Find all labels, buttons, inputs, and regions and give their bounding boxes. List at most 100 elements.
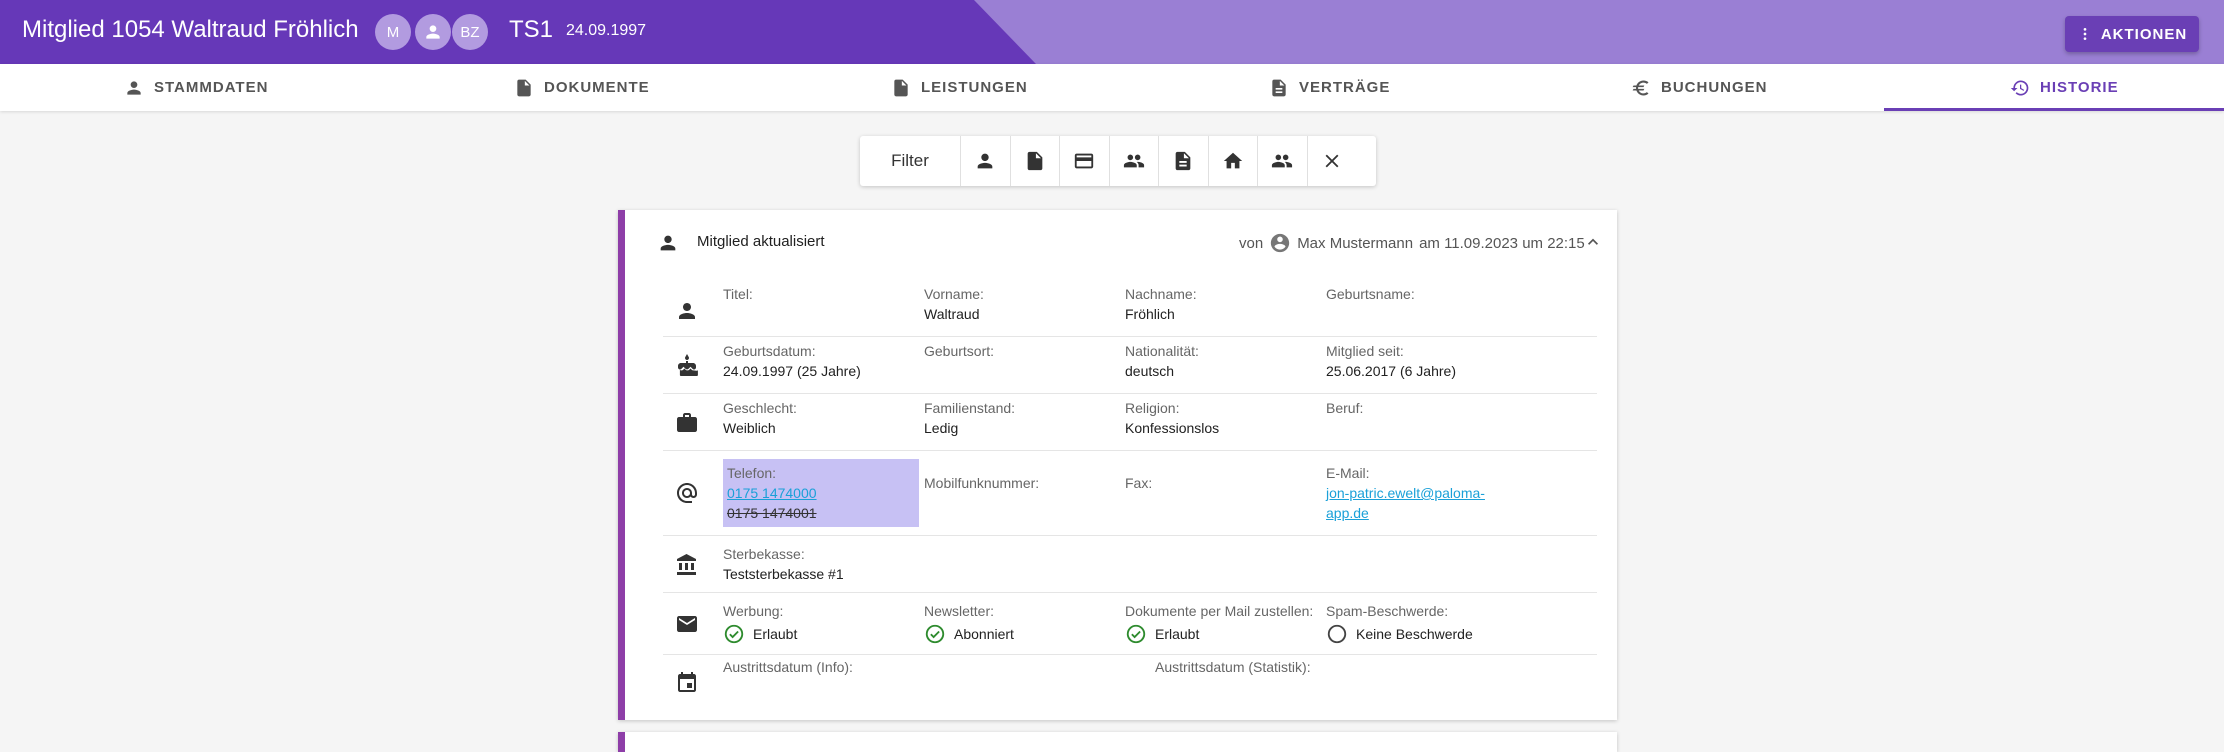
filter-document-button[interactable] xyxy=(1009,136,1060,186)
document-icon xyxy=(517,79,531,96)
account-circle-icon xyxy=(1271,233,1290,253)
field-werbung: Werbung: Erlaubt xyxy=(723,601,797,650)
document-icon xyxy=(1027,151,1043,171)
telefon-new-link[interactable]: 0175 1474000 xyxy=(727,483,915,503)
field-geburtsname: Geburtsname: xyxy=(1326,286,1415,302)
row-exit: Austrittsdatum (Info): Austrittsdatum (S… xyxy=(663,655,1597,715)
field-vorname: Vorname: Waltraud xyxy=(924,286,984,322)
person-icon xyxy=(426,25,440,39)
avatar-person[interactable] xyxy=(415,14,451,50)
row-birth: Geburtsdatum: 24.09.1997 (25 Jahre) Gebur… xyxy=(663,337,1597,394)
filter-group-button[interactable] xyxy=(1108,136,1159,186)
history-icon xyxy=(2010,79,2029,95)
contract-icon xyxy=(1175,151,1191,171)
avatar-bz[interactable]: BZ xyxy=(452,14,488,50)
credit-card-icon xyxy=(1075,153,1094,169)
row-consent: Werbung: Erlaubt Newsletter: Abonniert D… xyxy=(663,593,1597,655)
euro-icon xyxy=(1632,80,1649,95)
tab-leistungen[interactable]: LEISTUNGEN xyxy=(891,64,1028,111)
tab-label: VERTRÄGE xyxy=(1299,79,1391,96)
at-sign-icon xyxy=(677,483,697,503)
check-circle-icon xyxy=(925,624,945,644)
tab-stammdaten[interactable]: STAMMDATEN xyxy=(124,64,268,111)
telefon-old-value: 0175 1474001 xyxy=(727,505,817,521)
field-titel: Titel: xyxy=(723,286,753,302)
home-icon xyxy=(1223,152,1242,169)
chevron-up-icon[interactable] xyxy=(1583,232,1603,252)
tab-label: DOKUMENTE xyxy=(544,79,650,96)
tab-label: STAMMDATEN xyxy=(154,79,269,96)
row-sterbekasse: Sterbekasse: Teststerbekasse #1 xyxy=(663,536,1597,593)
tab-buchungen[interactable]: BUCHUNGEN xyxy=(1631,64,1768,111)
close-icon xyxy=(1325,154,1339,168)
field-familienstand: Familienstand: Ledig xyxy=(924,400,1016,436)
check-circle-icon xyxy=(1126,624,1146,644)
filter-payment-button[interactable] xyxy=(1059,136,1109,186)
field-fax: Fax: xyxy=(1125,475,1153,491)
cake-icon xyxy=(678,354,698,376)
filter-person-button[interactable] xyxy=(960,136,1010,186)
field-email: E-Mail: jon-patric.ewelt@paloma-app.de xyxy=(1326,465,1485,523)
filter-label: Filter xyxy=(891,151,929,170)
tab-bar: STAMMDATEN DOKUMENTE LEISTUNGEN VERTRÄGE… xyxy=(0,64,2224,111)
document-icon xyxy=(894,79,908,96)
field-religion: Religion: Konfessionslos xyxy=(1125,400,1220,436)
field-spam-beschwerde: Spam-Beschwerde: Keine Beschwerde xyxy=(1326,601,1473,650)
person-icon xyxy=(679,303,695,319)
contract-icon xyxy=(1272,79,1286,96)
field-geschlecht: Geschlecht: Weiblich xyxy=(723,400,797,436)
email-link[interactable]: jon-patric.ewelt@paloma-app.de xyxy=(1326,483,1485,523)
group-icon xyxy=(1272,154,1293,168)
meta-user: Max Mustermann xyxy=(1297,234,1414,252)
member-code: TS1 xyxy=(509,16,554,43)
field-beruf: Beruf: xyxy=(1326,400,1364,416)
history-entry-card: Mitglied aktualisiert von Max Mustermann… xyxy=(618,210,1617,720)
tab-vertraege[interactable]: VERTRÄGE xyxy=(1269,64,1390,111)
filter-clear-button[interactable] xyxy=(1306,136,1357,186)
actions-button[interactable]: AKTIONEN xyxy=(2065,16,2199,52)
tab-historie[interactable]: HISTORIE xyxy=(2010,64,2119,111)
check-circle-icon xyxy=(724,624,744,644)
tab-dokumente[interactable]: DOKUMENTE xyxy=(514,64,650,111)
person-icon xyxy=(977,153,993,169)
filter-contract-button[interactable] xyxy=(1158,136,1208,186)
field-austritt-statistik: Austrittsdatum (Statistik): xyxy=(1155,659,1311,675)
field-nationalitaet: Nationalität: deutsch xyxy=(1125,343,1199,379)
history-entry-title: Mitglied aktualisiert xyxy=(697,233,825,250)
history-filter-bar: Filter xyxy=(860,136,1376,186)
history-entry-header[interactable]: Mitglied aktualisiert von Max Mustermann… xyxy=(625,210,1617,274)
tab-label: HISTORIE xyxy=(2040,79,2119,96)
calendar-icon xyxy=(678,672,696,692)
meta-prefix: von xyxy=(1239,234,1264,252)
tab-label: BUCHUNGEN xyxy=(1661,79,1768,96)
tab-label: LEISTUNGEN xyxy=(921,79,1028,96)
empty-circle-icon xyxy=(1327,624,1347,644)
history-entry-card-next xyxy=(618,732,1617,752)
field-telefon-changed: Telefon: 0175 1474000 0175 1474001 xyxy=(723,459,919,527)
field-sterbekasse: Sterbekasse: Teststerbekasse #1 xyxy=(723,546,844,582)
mail-icon xyxy=(677,616,697,632)
row-name: Titel: Vorname: Waltraud Nachname: Fröhlic… xyxy=(663,280,1597,337)
group-icon xyxy=(1123,154,1144,168)
member-birthdate: 24.09.1997 xyxy=(566,22,647,39)
field-mobilfunk: Mobilfunknummer: xyxy=(924,475,1040,491)
filter-home-button[interactable] xyxy=(1207,136,1258,186)
person-icon xyxy=(127,80,141,95)
app-header: Mitglied 1054 Waltraud Fröhlich M BZ TS1… xyxy=(0,0,2224,64)
filter-members-button[interactable] xyxy=(1257,136,1307,186)
person-icon xyxy=(660,235,676,251)
avatar-m[interactable]: M xyxy=(375,14,411,50)
meta-timestamp: am 11.09.2023 um 22:15 xyxy=(1419,234,1585,252)
field-geburtsdatum: Geburtsdatum: 24.09.1997 (25 Jahre) xyxy=(723,343,861,379)
row-contact: Telefon: 0175 1474000 0175 1474001 Mobil… xyxy=(663,451,1597,536)
row-personal: Geschlecht: Weiblich Familienstand: Ledig … xyxy=(663,394,1597,451)
actions-label: AKTIONEN xyxy=(2100,25,2188,43)
field-newsletter: Newsletter: Abonniert xyxy=(924,601,1014,650)
more-vert-icon xyxy=(2083,28,2087,40)
field-austritt-info: Austrittsdatum (Info): xyxy=(723,659,853,675)
field-dokumente-mail: Dokumente per Mail zustellen: Erlaubt xyxy=(1125,601,1313,650)
bank-icon xyxy=(677,554,696,575)
page-title: Mitglied 1054 Waltraud Fröhlich xyxy=(22,16,359,43)
history-entry-meta: von Max Mustermann am 11.09.2023 um 22:1… xyxy=(1239,232,1585,254)
field-nachname: Nachname: Fröhlich xyxy=(1125,286,1197,322)
